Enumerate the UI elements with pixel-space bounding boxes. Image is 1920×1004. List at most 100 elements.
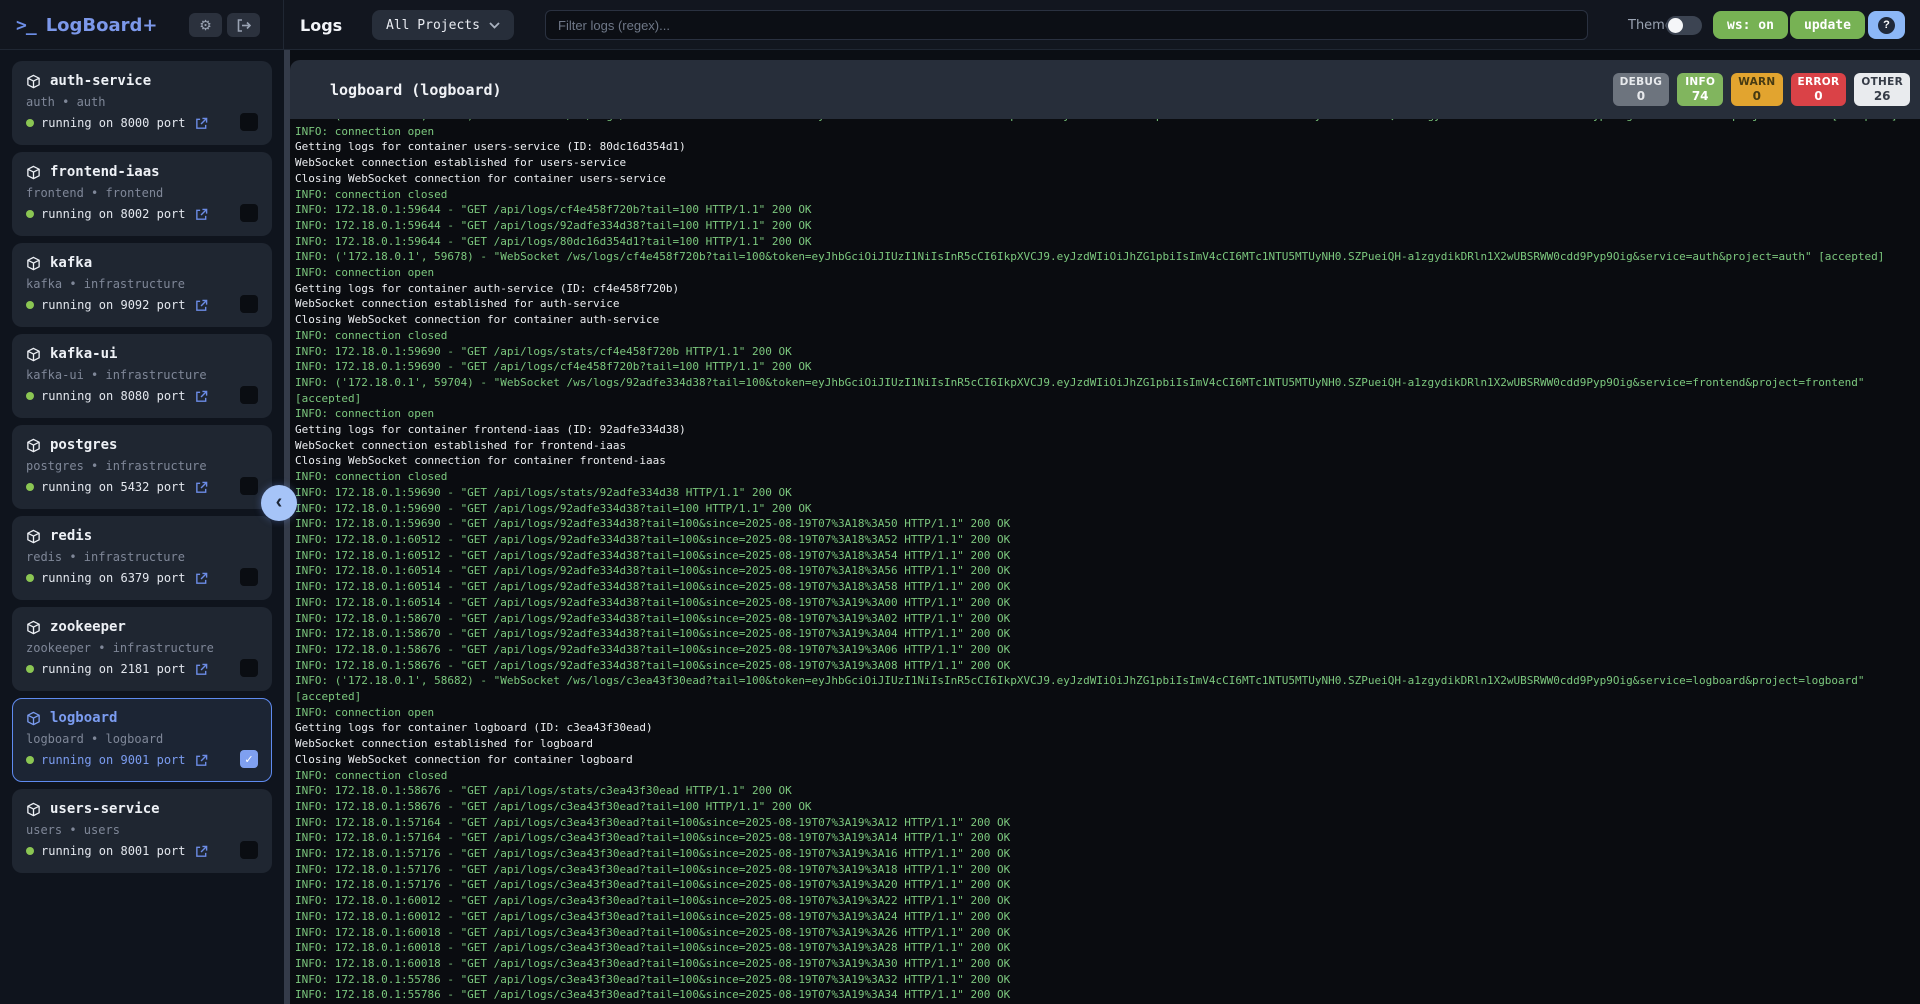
log-line: Getting logs for container logboard (ID:… xyxy=(295,720,1914,736)
help-button[interactable]: ? xyxy=(1868,11,1905,39)
service-name: users-service xyxy=(26,801,258,817)
service-list: auth-service auth • auth running on 8000 p… xyxy=(12,61,272,873)
service-subtitle: auth • auth xyxy=(26,95,258,109)
service-card-users-service[interactable]: users-serviceusers • usersrunning on 800… xyxy=(12,789,272,873)
service-status: running on 2181 port xyxy=(26,662,258,676)
service-checkbox[interactable] xyxy=(240,477,258,495)
open-service-link[interactable] xyxy=(195,572,208,585)
service-checkbox[interactable] xyxy=(240,659,258,677)
app-logo: >_ LogBoard+ xyxy=(16,0,157,50)
log-line: INFO: 172.18.0.1:60514 - "GET /api/logs/… xyxy=(295,579,1914,595)
open-service-link[interactable] xyxy=(195,299,208,312)
check-icon: ✓ xyxy=(244,753,253,766)
open-service-link[interactable] xyxy=(195,208,208,221)
service-card-logboard[interactable]: logboardlogboard • logboardrunning on 90… xyxy=(12,698,272,782)
status-dot-icon xyxy=(26,756,34,764)
open-service-link[interactable] xyxy=(195,117,208,130)
package-icon xyxy=(26,347,41,362)
log-line: INFO: 172.18.0.1:58676 - "GET /api/logs/… xyxy=(295,658,1914,674)
log-stream[interactable]: INFO: ('172.18.0.1', 59668) - "WebSocket… xyxy=(290,119,1920,1004)
status-dot-icon xyxy=(26,847,34,855)
log-line: INFO: 172.18.0.1:60512 - "GET /api/logs/… xyxy=(295,548,1914,564)
log-line: INFO: 172.18.0.1:57176 - "GET /api/logs/… xyxy=(295,862,1914,878)
log-line: INFO: 172.18.0.1:58676 - "GET /api/logs/… xyxy=(295,642,1914,658)
log-line: INFO: ('172.18.0.1', 59668) - "WebSocket… xyxy=(295,119,1914,124)
badge-other[interactable]: OTHER26 xyxy=(1854,73,1910,106)
log-line: INFO: 172.18.0.1:55786 - "GET /api/logs/… xyxy=(295,987,1914,1003)
badge-warn[interactable]: WARN0 xyxy=(1731,73,1782,106)
open-service-link[interactable] xyxy=(195,754,208,767)
badge-info[interactable]: INFO74 xyxy=(1677,73,1723,106)
log-line: Closing WebSocket connection for contain… xyxy=(295,453,1914,469)
external-link-icon xyxy=(195,754,208,767)
service-checkbox[interactable] xyxy=(240,295,258,313)
log-line: Getting logs for container users-service… xyxy=(295,139,1914,155)
logout-icon xyxy=(237,19,251,32)
status-dot-icon xyxy=(26,574,34,582)
service-card-zookeeper[interactable]: zookeeperzookeeper • infrastructurerunni… xyxy=(12,607,272,691)
log-line: INFO: connection closed xyxy=(295,328,1914,344)
question-icon: ? xyxy=(1878,17,1895,34)
log-line: INFO: 172.18.0.1:59690 - "GET /api/logs/… xyxy=(295,516,1914,532)
service-status: running on 6379 port xyxy=(26,571,258,585)
log-line: INFO: connection closed xyxy=(295,768,1914,784)
external-link-icon xyxy=(195,390,208,403)
badge-debug[interactable]: DEBUG0 xyxy=(1613,73,1670,106)
log-line: INFO: 172.18.0.1:59690 - "GET /api/logs/… xyxy=(295,501,1914,517)
external-link-icon xyxy=(195,299,208,312)
project-filter-dropdown[interactable]: All Projects xyxy=(372,10,514,40)
log-line: INFO: 172.18.0.1:58670 - "GET /api/logs/… xyxy=(295,611,1914,627)
log-line: WebSocket connection established for fro… xyxy=(295,438,1914,454)
service-checkbox[interactable] xyxy=(240,568,258,586)
update-button[interactable]: update xyxy=(1790,11,1865,39)
log-line: WebSocket connection established for aut… xyxy=(295,296,1914,312)
log-line: INFO: 172.18.0.1:60514 - "GET /api/logs/… xyxy=(295,595,1914,611)
log-line: INFO: 172.18.0.1:59690 - "GET /api/logs/… xyxy=(295,359,1914,375)
log-line: INFO: 172.18.0.1:57164 - "GET /api/logs/… xyxy=(295,830,1914,846)
service-card-kafka-ui[interactable]: kafka-uikafka-ui • infrastructurerunning… xyxy=(12,334,272,418)
service-checkbox[interactable] xyxy=(240,113,258,131)
service-card-kafka[interactable]: kafkakafka • infrastructurerunning on 90… xyxy=(12,243,272,327)
badge-count: 0 xyxy=(1620,89,1663,103)
service-name-label: auth-service xyxy=(50,73,151,89)
status-dot-icon xyxy=(26,392,34,400)
log-line: INFO: ('172.18.0.1', 58682) - "WebSocket… xyxy=(295,673,1914,689)
service-card-auth-service[interactable]: auth-service auth • auth running on 8000 p… xyxy=(12,61,272,145)
status-dot-icon xyxy=(26,301,34,309)
log-line: Getting logs for container auth-service … xyxy=(295,281,1914,297)
theme-toggle[interactable] xyxy=(1666,16,1702,35)
package-icon xyxy=(26,74,41,89)
open-service-link[interactable] xyxy=(195,481,208,494)
settings-button[interactable]: ⚙ xyxy=(189,13,222,37)
websocket-toggle-button[interactable]: ws: on xyxy=(1713,11,1788,39)
log-line: INFO: 172.18.0.1:57176 - "GET /api/logs/… xyxy=(295,846,1914,862)
open-service-link[interactable] xyxy=(195,845,208,858)
service-card-frontend-iaas[interactable]: frontend-iaasfrontend • frontendrunning … xyxy=(12,152,272,236)
external-link-icon xyxy=(195,663,208,676)
status-dot-icon xyxy=(26,665,34,673)
service-status-label: running on 6379 port xyxy=(41,571,186,585)
gear-icon: ⚙ xyxy=(199,17,212,34)
service-status: running on 8000 port xyxy=(26,116,258,130)
service-name: kafka xyxy=(26,255,258,271)
open-service-link[interactable] xyxy=(195,390,208,403)
sidebar-collapse-button[interactable]: ‹ xyxy=(261,485,297,521)
service-checkbox[interactable] xyxy=(240,204,258,222)
logout-button[interactable] xyxy=(227,13,260,37)
log-filter-input[interactable] xyxy=(545,10,1588,40)
service-status: running on 9092 port xyxy=(26,298,258,312)
service-name: redis xyxy=(26,528,258,544)
log-line: INFO: 172.18.0.1:60012 - "GET /api/logs/… xyxy=(295,909,1914,925)
service-card-redis[interactable]: redisredis • infrastructurerunning on 63… xyxy=(12,516,272,600)
badge-error[interactable]: ERROR0 xyxy=(1791,73,1847,106)
service-checkbox[interactable] xyxy=(240,386,258,404)
service-checkbox[interactable]: ✓ xyxy=(240,750,258,768)
service-name: frontend-iaas xyxy=(26,164,258,180)
service-checkbox[interactable] xyxy=(240,841,258,859)
service-subtitle: users • users xyxy=(26,823,258,837)
service-status: running on 8080 port xyxy=(26,389,258,403)
open-service-link[interactable] xyxy=(195,663,208,676)
service-card-postgres[interactable]: postgrespostgres • infrastructurerunning… xyxy=(12,425,272,509)
service-subtitle: logboard • logboard xyxy=(26,732,258,746)
service-status-label: running on 8002 port xyxy=(41,207,186,221)
